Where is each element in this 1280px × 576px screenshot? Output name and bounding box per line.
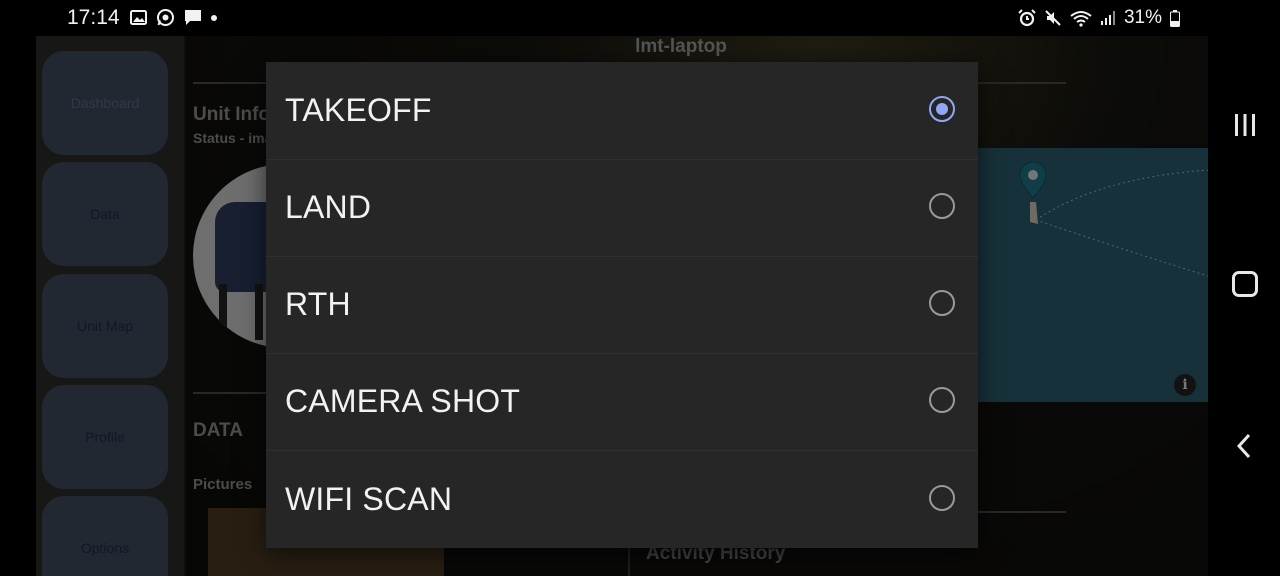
radio-selected-icon[interactable] — [929, 96, 955, 122]
option-label: TAKEOFF — [285, 92, 432, 128]
mute-icon — [1045, 10, 1061, 26]
radio-icon[interactable] — [929, 193, 955, 219]
radio-icon[interactable] — [929, 387, 955, 413]
option-takeoff[interactable]: TAKEOFF — [266, 62, 978, 160]
system-icons: 31% — [1018, 7, 1180, 29]
gallery-icon — [130, 10, 147, 25]
status-time: 17:14 — [67, 6, 120, 29]
recent-apps-icon[interactable] — [1233, 113, 1257, 137]
option-wifi-scan[interactable]: WIFI SCAN — [266, 451, 978, 548]
radio-icon[interactable] — [929, 485, 955, 511]
message-icon — [185, 10, 201, 25]
option-land[interactable]: LAND — [266, 159, 978, 257]
wifi-icon — [1070, 10, 1092, 27]
home-icon[interactable] — [1232, 271, 1258, 297]
command-dialog: TAKEOFF LAND RTH CAMERA SHOT WIFI SCAN — [266, 62, 978, 548]
back-icon[interactable] — [1236, 433, 1252, 459]
option-camera-shot[interactable]: CAMERA SHOT — [266, 353, 978, 451]
battery-icon — [1170, 9, 1180, 27]
whatsapp-icon — [157, 9, 174, 26]
dot-icon — [211, 14, 217, 21]
battery-percentage: 31% — [1123, 7, 1162, 28]
option-label: LAND — [285, 189, 372, 225]
option-rth[interactable]: RTH — [266, 256, 978, 354]
option-label: RTH — [285, 286, 351, 322]
option-label: WIFI SCAN — [285, 481, 453, 517]
status-bar: 17:14 31% — [0, 0, 1280, 36]
radio-icon[interactable] — [929, 290, 955, 316]
signal-icon — [1100, 11, 1115, 25]
alarm-icon — [1018, 9, 1036, 27]
notification-icons — [130, 8, 217, 27]
option-label: CAMERA SHOT — [285, 383, 521, 419]
